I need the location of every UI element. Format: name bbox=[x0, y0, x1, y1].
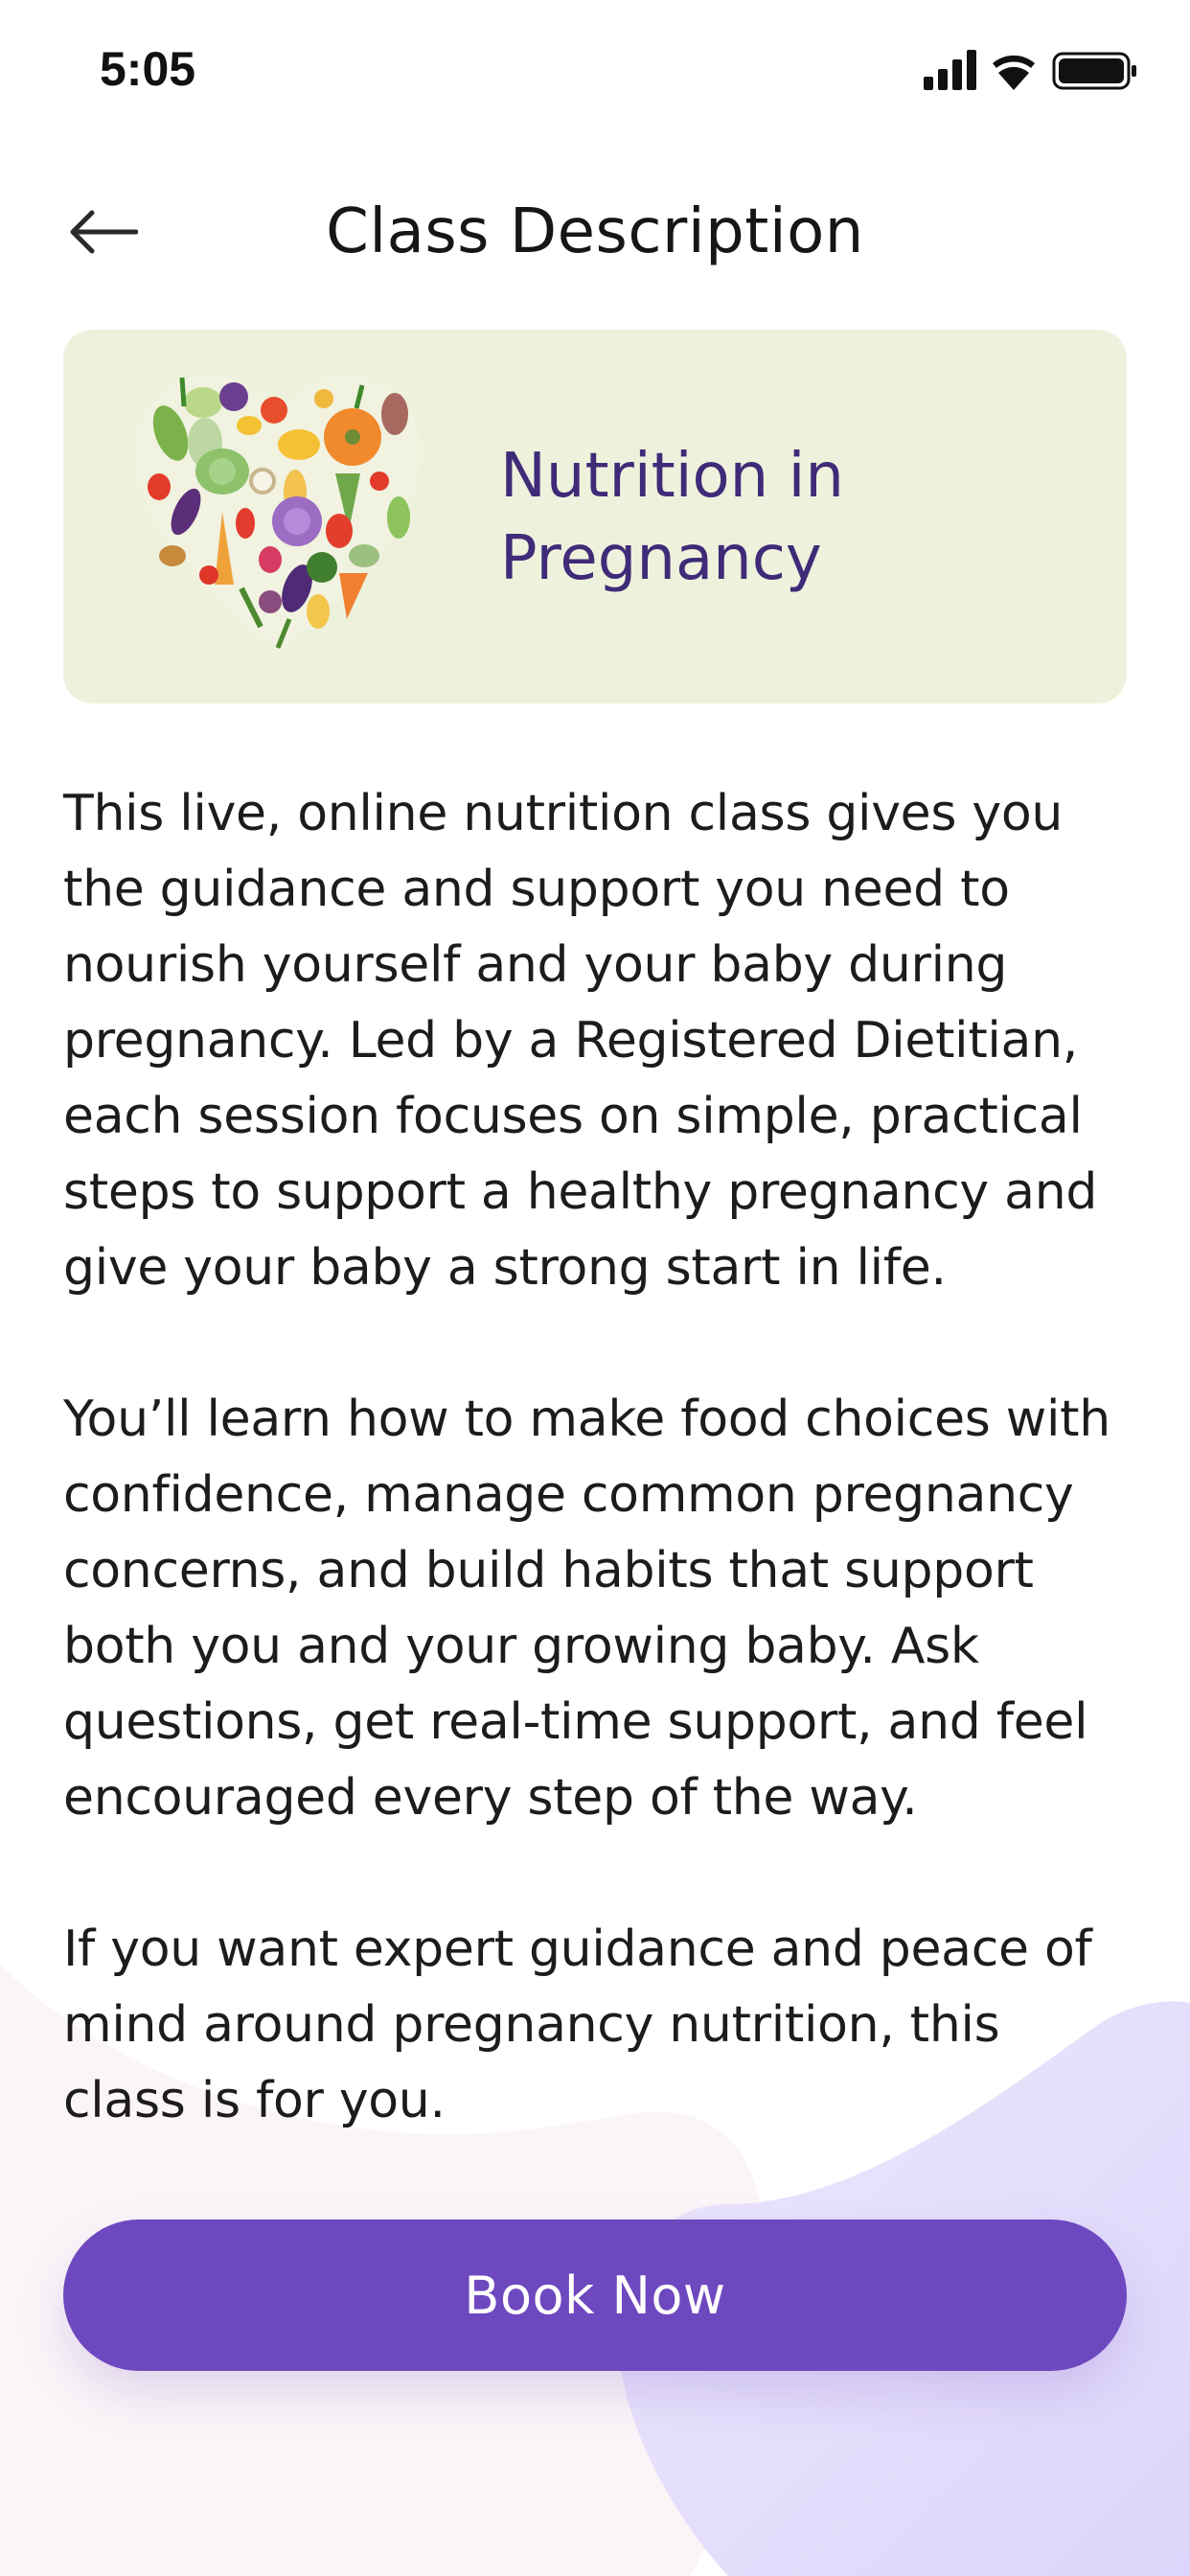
description-paragraph: If you want expert guidance and peace of… bbox=[63, 1920, 1092, 2129]
status-bar: 5:05 bbox=[0, 0, 1190, 144]
class-hero-card: Nutrition in Pregnancy bbox=[63, 330, 1127, 703]
description-paragraph: This live, online nutrition class gives … bbox=[63, 785, 1098, 1297]
vegetable-heart-illustration bbox=[133, 375, 423, 652]
book-now-button[interactable]: Book Now bbox=[63, 2220, 1127, 2371]
class-description: This live, online nutrition class gives … bbox=[63, 776, 1127, 2215]
class-title: Nutrition in Pregnancy bbox=[500, 441, 844, 594]
battery-icon bbox=[1052, 52, 1136, 90]
cellular-signal-icon bbox=[924, 50, 976, 90]
header: Class Description bbox=[0, 172, 1190, 288]
page-title: Class Description bbox=[326, 196, 864, 267]
wifi-icon bbox=[993, 55, 1035, 90]
status-time: 5:05 bbox=[100, 42, 196, 96]
status-icons bbox=[924, 50, 1136, 90]
description-paragraph: You’ll learn how to make food choices wi… bbox=[63, 1391, 1110, 1827]
